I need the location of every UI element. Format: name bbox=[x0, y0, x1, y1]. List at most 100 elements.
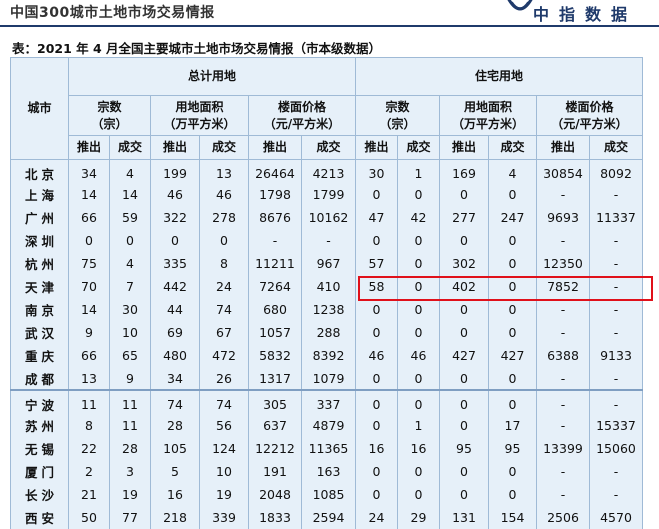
table-cell: 442 bbox=[150, 275, 200, 298]
city-name: 西安 bbox=[10, 506, 69, 529]
table-cell: 1085 bbox=[301, 483, 356, 506]
table-cell: 10 bbox=[199, 460, 249, 483]
table-cell: 66 bbox=[68, 344, 110, 367]
table-cell: 0 bbox=[488, 183, 537, 206]
table-cell: 77 bbox=[109, 506, 151, 529]
table-cell: 74 bbox=[199, 389, 249, 414]
table-cell: 0 bbox=[355, 298, 398, 321]
page-header: 中国300城市土地市场交易情报 中指数据 bbox=[0, 0, 659, 27]
table-cell: 67 bbox=[199, 321, 249, 344]
table-cell: 0 bbox=[488, 460, 537, 483]
table-cell: 26464 bbox=[248, 159, 302, 183]
table-cell: - bbox=[248, 229, 302, 252]
table-cell: 247 bbox=[488, 206, 537, 229]
table-cell: 3 bbox=[109, 460, 151, 483]
table-cell: - bbox=[589, 367, 643, 390]
table-cell: 21 bbox=[68, 483, 110, 506]
table-cell: 1057 bbox=[248, 321, 302, 344]
table-cell: 637 bbox=[248, 414, 302, 437]
offered-label: 推出 bbox=[355, 135, 398, 160]
transacted-label: 成交 bbox=[109, 135, 151, 160]
table-cell: 1 bbox=[397, 414, 440, 437]
table-cell: - bbox=[589, 389, 643, 414]
table-cell: 163 bbox=[301, 460, 356, 483]
table-cell: 0 bbox=[439, 460, 489, 483]
transacted-label: 成交 bbox=[397, 135, 440, 160]
table-cell: 0 bbox=[109, 229, 151, 252]
table-cell: 0 bbox=[355, 460, 398, 483]
table-cell: 472 bbox=[199, 344, 249, 367]
table-cell: 337 bbox=[301, 389, 356, 414]
table-cell: 14 bbox=[68, 298, 110, 321]
table-row: 南京 14 30 44 74 680 1238 0 0 0 0- - bbox=[10, 298, 643, 321]
table-row: 杭州 75 4 335 8 11211 967 57 0 302 0 12350- bbox=[10, 252, 643, 275]
table-cell: 95 bbox=[488, 437, 537, 460]
table-cell: 12350 bbox=[536, 252, 590, 275]
table-cell: 34 bbox=[68, 159, 110, 183]
report-title: 中国300城市土地市场交易情报 bbox=[10, 5, 215, 21]
table-cell: 0 bbox=[199, 229, 249, 252]
table-cell: 57 bbox=[355, 252, 398, 275]
transacted-label: 成交 bbox=[199, 135, 249, 160]
table-cell: 0 bbox=[439, 229, 489, 252]
table-cell: 0 bbox=[439, 483, 489, 506]
table-cell: 11 bbox=[109, 414, 151, 437]
table-cell: - bbox=[536, 460, 590, 483]
table-cell: 9693 bbox=[536, 206, 590, 229]
city-name: 厦门 bbox=[10, 460, 69, 483]
table-cell: 0 bbox=[439, 367, 489, 390]
sub-header: 宗数 （宗） bbox=[355, 95, 440, 136]
table-cell: 8676 bbox=[248, 206, 302, 229]
table-row: 成都 13 9 34 26 1317 1079 0 0 0 0- - bbox=[10, 367, 643, 390]
table-row: 宁波 11 11 74 74 305 337 0 0 0 0- - bbox=[10, 389, 643, 414]
table-cell: 0 bbox=[355, 229, 398, 252]
table-cell: 30 bbox=[355, 159, 398, 183]
table-cell: 13399 bbox=[536, 437, 590, 460]
table-cell: 30854 bbox=[536, 159, 590, 183]
table-caption: 表：2021 年 4 月全国主要城市土地市场交易情报（市本级数据） bbox=[12, 41, 382, 56]
table-cell: 0 bbox=[439, 389, 489, 414]
city-name: 广州 bbox=[10, 206, 69, 229]
table-cell: 0 bbox=[355, 367, 398, 390]
table-cell: 169 bbox=[439, 159, 489, 183]
table-cell: 74 bbox=[199, 298, 249, 321]
table-cell: 322 bbox=[150, 206, 200, 229]
table-cell: 14 bbox=[109, 183, 151, 206]
table-cell: 74 bbox=[150, 389, 200, 414]
table-cell: 11211 bbox=[248, 252, 302, 275]
table-cell: 4 bbox=[109, 159, 151, 183]
table-cell: 0 bbox=[355, 389, 398, 414]
table-cell: 1799 bbox=[301, 183, 356, 206]
table-row: 武汉 9 10 69 67 1057 288 0 0 0 0- - bbox=[10, 321, 643, 344]
table-cell: 15337 bbox=[589, 414, 643, 437]
table-cell: 124 bbox=[199, 437, 249, 460]
table-cell: 0 bbox=[488, 321, 537, 344]
table-cell: 95 bbox=[439, 437, 489, 460]
table-cell: 1 bbox=[397, 159, 440, 183]
transacted-label: 成交 bbox=[301, 135, 356, 160]
table-cell: 0 bbox=[439, 183, 489, 206]
table-cell: - bbox=[536, 298, 590, 321]
table-cell: 10 bbox=[109, 321, 151, 344]
table-cell: - bbox=[589, 252, 643, 275]
table-cell: 288 bbox=[301, 321, 356, 344]
table-row: 厦门 2 3 5 10 191 163 0 0 0 0- - bbox=[10, 460, 643, 483]
table-cell: 1079 bbox=[301, 367, 356, 390]
table-cell: 218 bbox=[150, 506, 200, 529]
sub-header: 用地面积 （万平方米） bbox=[439, 95, 537, 136]
table-cell: 26 bbox=[199, 367, 249, 390]
table-cell: 11 bbox=[68, 389, 110, 414]
table-cell: 278 bbox=[199, 206, 249, 229]
transacted-label: 成交 bbox=[488, 135, 537, 160]
table-cell: 0 bbox=[488, 252, 537, 275]
table-cell: 11365 bbox=[301, 437, 356, 460]
city-name: 上海 bbox=[10, 183, 69, 206]
table-cell: 8392 bbox=[301, 344, 356, 367]
transacted-label: 成交 bbox=[589, 135, 643, 160]
tianjin-highlight-box bbox=[358, 276, 653, 301]
table-cell: - bbox=[536, 367, 590, 390]
table-cell: 154 bbox=[488, 506, 537, 529]
city-name: 重庆 bbox=[10, 344, 69, 367]
table-cell: 427 bbox=[439, 344, 489, 367]
sub-header: 楼面价格 （元/平方米） bbox=[536, 95, 643, 136]
